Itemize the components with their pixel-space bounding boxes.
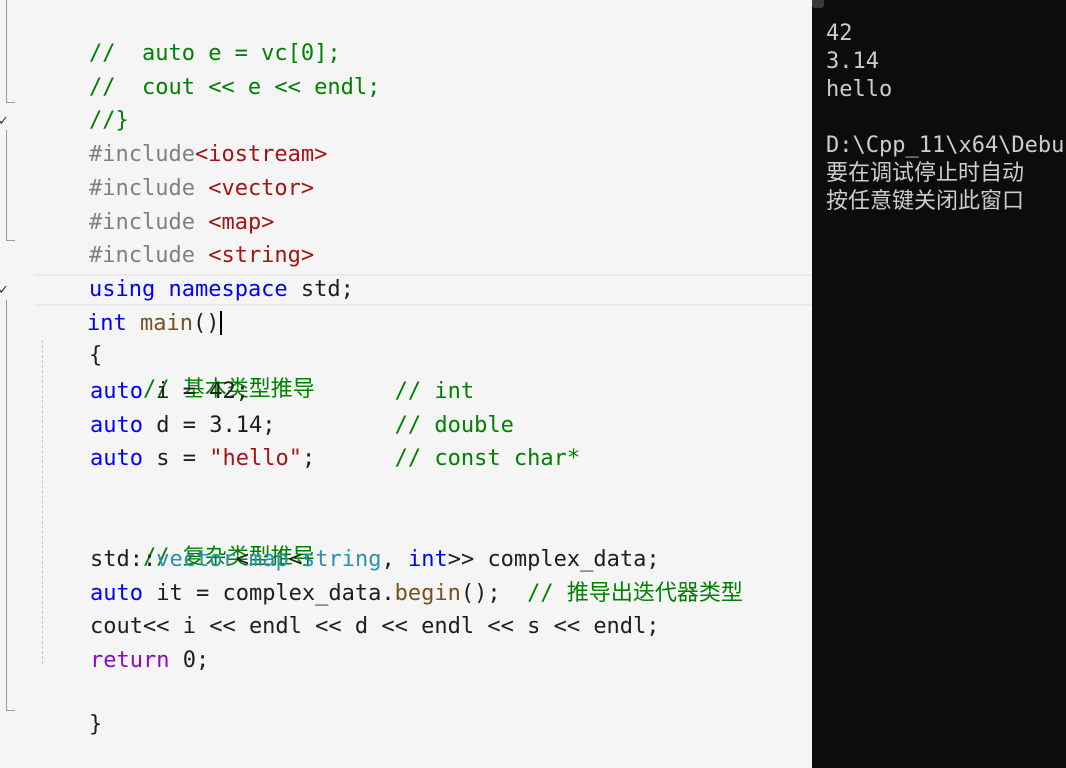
fold-region-bracket <box>6 0 15 103</box>
code-line[interactable]: auto d = 3.14; // double <box>36 410 514 442</box>
type-name: string <box>301 547 382 572</box>
code-comment: // const char* <box>394 446 581 471</box>
code-line[interactable]: auto i = 42; // int <box>36 376 474 408</box>
collapse-chevron-icon[interactable]: ✓ <box>0 115 12 128</box>
code-comment: // double <box>394 413 514 438</box>
code-line[interactable]: // 复杂类型推导 <box>36 510 315 570</box>
code-line[interactable]: #include<iostream> <box>36 107 327 167</box>
code-line-current[interactable]: int main() <box>34 274 812 336</box>
code-line[interactable]: #include <string> <box>36 208 314 268</box>
code-keyword: auto <box>90 446 143 471</box>
string-literal: "hello" <box>209 446 302 471</box>
fold-region-bracket <box>6 300 15 711</box>
console-window[interactable] <box>812 0 1066 768</box>
console-output-line: 42 <box>826 21 853 46</box>
code-line[interactable]: // cout << e << endl; <box>36 40 380 100</box>
code-line[interactable]: { <box>36 308 102 368</box>
console-scrollbar-thumb[interactable] <box>812 0 824 8</box>
code-editor[interactable]: ✓ ✓ // auto e = vc[0]; // cout << e << e… <box>0 0 812 768</box>
code-text: } <box>88 712 103 737</box>
type-name: vector <box>156 547 236 572</box>
code-keyword: auto <box>90 413 143 438</box>
code-line[interactable]: #include <map> <box>36 175 274 235</box>
code-comment: // cout << e << endl; <box>88 75 381 100</box>
code-line[interactable]: // auto e = vc[0]; <box>36 6 341 66</box>
code-line[interactable]: // 基本类型推导 <box>36 342 315 402</box>
code-line[interactable]: std::vector<map<string, int>> complex_da… <box>36 544 660 576</box>
code-keyword: auto <box>90 379 143 404</box>
code-keyword: int <box>407 547 448 572</box>
code-comment: // int <box>394 379 475 404</box>
console-output-line: 3.14 <box>826 49 879 74</box>
console-output-line: hello <box>826 77 893 102</box>
collapse-chevron-icon[interactable]: ✓ <box>0 284 12 297</box>
code-line[interactable]: #include <vector> <box>36 141 314 201</box>
code-comment: // 推导出迭代器类型 <box>527 581 743 606</box>
code-line[interactable]: cout<< i << endl << d << endl << s << en… <box>36 611 660 643</box>
fold-region-bracket <box>6 130 15 241</box>
function-name: main <box>139 311 193 336</box>
type-name: map <box>248 547 289 572</box>
function-name: begin <box>394 581 461 606</box>
code-line[interactable]: auto s = "hello"; // const char* <box>36 443 580 475</box>
code-line[interactable]: using namespace std; <box>36 242 354 302</box>
code-keyword: return <box>90 648 170 673</box>
console-output-line: D:\Cpp_11\x64\Debu <box>826 133 1065 158</box>
code-line[interactable]: } <box>36 677 102 737</box>
console-output-line: 按任意键关闭此窗口 <box>826 189 1025 214</box>
code-line[interactable]: return 0; <box>36 645 209 677</box>
text-caret <box>220 311 223 335</box>
code-line[interactable]: auto it = complex_data.begin(); // 推导出迭代… <box>36 578 743 610</box>
code-keyword: auto <box>90 581 143 606</box>
code-line[interactable]: //} <box>36 73 129 133</box>
console-output-line: 要在调试停止时自动 <box>826 161 1025 186</box>
